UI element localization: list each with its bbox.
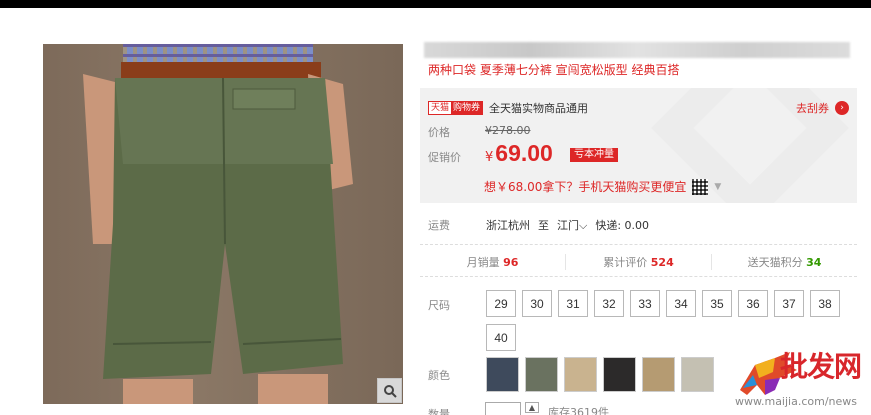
ship-from: 浙江杭州 (486, 219, 530, 232)
color-swatch[interactable] (486, 357, 519, 392)
divider (420, 244, 857, 245)
color-swatch[interactable] (564, 357, 597, 392)
shorts-illustration (83, 44, 353, 404)
color-swatch[interactable] (681, 357, 714, 392)
original-price: ¥278.00 (485, 124, 531, 137)
product-title-blurred (424, 42, 850, 58)
get-coupon-label: 去刮券 (796, 102, 829, 115)
size-option[interactable]: 36 (738, 290, 768, 317)
mobile-deal-row[interactable]: 想￥68.00拿下？手机天猫购买更便宜 ▼ (484, 178, 721, 195)
divider (420, 276, 857, 277)
size-option[interactable]: 35 (702, 290, 732, 317)
coupon-description: 全天猫实物商品通用 (489, 102, 589, 115)
monthly-sales: 月销量 96 (420, 254, 566, 270)
review-count-label: 累计评价 (603, 256, 648, 269)
monthly-sales-value: 96 (503, 256, 519, 269)
size-option[interactable]: 30 (522, 290, 552, 317)
coupon-row: 天猫 购物券 全天猫实物商品通用 (428, 100, 588, 116)
watermark-url: www.maijia.com/news (735, 395, 858, 408)
chevron-right-icon: › (835, 101, 849, 115)
top-navigation-bar (0, 0, 871, 8)
ship-to-select[interactable]: 江门⌵ (557, 217, 587, 233)
original-price-value: 278.00 (492, 124, 531, 137)
quantity-input[interactable] (485, 402, 521, 415)
product-main-image[interactable] (43, 44, 403, 404)
size-option[interactable]: 40 (486, 324, 516, 351)
get-coupon-link[interactable]: 去刮券 › (796, 100, 849, 116)
express-fee: 快递: 0.00 (595, 219, 650, 232)
size-options: 29 30 31 32 33 34 35 36 37 38 40 (486, 290, 846, 351)
promo-price: ¥ 69.00 (485, 140, 553, 167)
tmall-coupon-tag: 天猫 购物券 (428, 101, 484, 115)
tmall-tag-label: 天猫 (429, 102, 452, 114)
color-swatch[interactable] (603, 357, 636, 392)
size-option[interactable]: 29 (486, 290, 516, 317)
chevron-down-icon: ▼ (714, 181, 722, 192)
magnifier-icon (383, 384, 397, 398)
quantity-increase-button[interactable]: ▲ (525, 402, 539, 413)
promo-price-currency: ¥ (485, 150, 494, 165)
tmall-points: 送天猫积分 34 (712, 254, 857, 270)
shipping-label: 运费 (428, 219, 450, 232)
stats-row: 月销量 96 累计评价 524 送天猫积分 34 (420, 254, 857, 270)
color-label: 颜色 (428, 369, 450, 382)
size-option[interactable]: 34 (666, 290, 696, 317)
qr-code-icon[interactable] (692, 178, 709, 195)
original-price-currency: ¥ (485, 124, 492, 137)
chevron-down-icon: ⌵ (579, 219, 588, 232)
zoom-button[interactable] (377, 378, 402, 403)
product-subtitle: 两种口袋 夏季薄七分裤 宣闯宽松版型 经典百搭 (428, 63, 680, 77)
size-option[interactable]: 33 (630, 290, 660, 317)
size-label: 尺码 (428, 299, 450, 312)
tmall-points-label: 送天猫积分 (747, 256, 803, 269)
mobile-deal-text: 想￥68.00拿下？手机天猫购买更便宜 (484, 180, 687, 194)
size-option[interactable]: 31 (558, 290, 588, 317)
ship-to-prefix: 至 (538, 219, 549, 232)
price-panel: 天猫 购物券 全天猫实物商品通用 去刮券 › 价格 ¥278.00 促销价 ¥ … (420, 88, 857, 203)
review-count[interactable]: 累计评价 524 (566, 254, 712, 270)
shipping-row: 运费 浙江杭州 至 江门⌵ 快递: 0.00 (428, 217, 649, 233)
size-option[interactable]: 37 (774, 290, 804, 317)
original-price-label: 价格 (428, 126, 450, 139)
coupon-tag-label: 购物券 (451, 102, 483, 114)
color-swatch[interactable] (642, 357, 675, 392)
review-count-value: 524 (650, 256, 674, 269)
promo-price-label: 促销价 (428, 151, 461, 164)
monthly-sales-label: 月销量 (466, 256, 500, 269)
color-swatches (486, 357, 714, 392)
quantity-label: 数量 (428, 408, 450, 415)
color-swatch[interactable] (525, 357, 558, 392)
size-option[interactable]: 38 (810, 290, 840, 317)
size-option[interactable]: 32 (594, 290, 624, 317)
stock-count: 库存3619件 (548, 406, 609, 415)
promo-price-value: 69.00 (495, 140, 553, 166)
ship-to: 江门 (557, 219, 579, 232)
watermark: 批发网 www.maijia.com/news (735, 345, 871, 415)
tmall-points-value: 34 (806, 256, 822, 269)
watermark-brand: 批发网 (780, 350, 862, 383)
promo-tag: 亏本冲量 (570, 148, 618, 162)
